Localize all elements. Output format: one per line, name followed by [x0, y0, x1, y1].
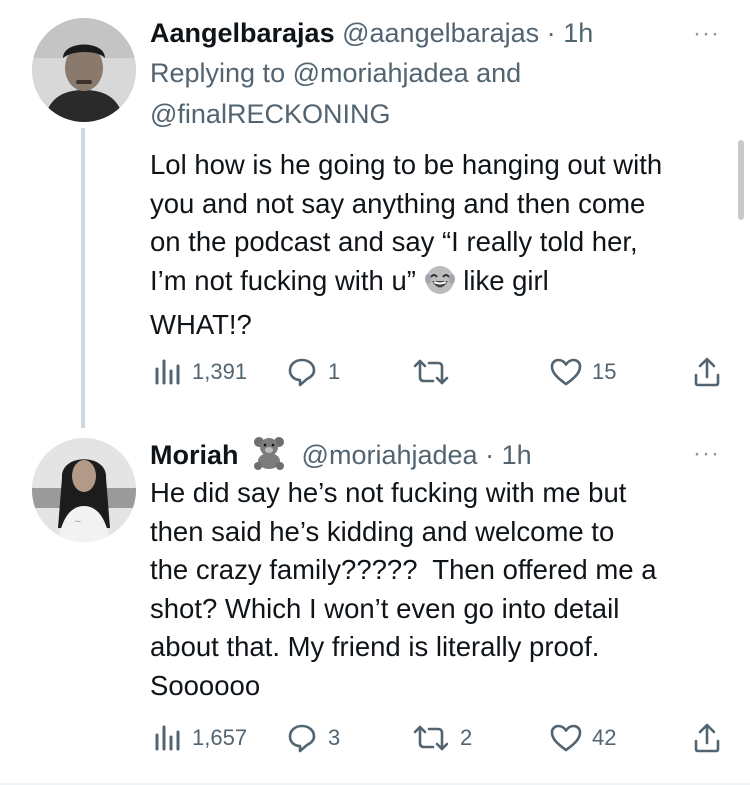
action-bar: 1,657 3 2 42: [150, 720, 730, 756]
views-count: 1,391: [192, 359, 248, 384]
views-button[interactable]: 1,391: [152, 354, 247, 390]
handle[interactable]: @aangelbarajas: [342, 18, 539, 48]
text-line: you and not say anything and then come: [150, 187, 646, 219]
views-icon: [155, 725, 180, 751]
tweet-text: He did say he’s not fucking with me but …: [150, 474, 720, 705]
like-icon: [550, 358, 582, 386]
replying-to: Replying to @moriahjadea and: [150, 56, 521, 90]
display-name[interactable]: Moriah: [150, 440, 239, 470]
retweet-count: 2: [460, 725, 473, 750]
tweet-1[interactable]: Aangelbarajas @aangelbarajas · 1h ··· Re…: [0, 0, 750, 430]
replying-to-and: and: [468, 58, 522, 88]
mention-link[interactable]: @moriahjadea: [293, 58, 469, 88]
share-button[interactable]: [692, 720, 722, 756]
share-icon: [694, 723, 720, 753]
handle[interactable]: @moriahjadea: [302, 440, 478, 470]
teddy-bear-emoji: [250, 436, 288, 478]
text-segment: I’m not fucking with u”: [150, 264, 416, 296]
views-icon: [155, 359, 180, 385]
laughing-emoji: [424, 264, 456, 307]
text-line: about that. My friend is literally proof…: [150, 631, 600, 662]
display-name[interactable]: Aangelbarajas: [150, 18, 335, 48]
avatar[interactable]: ~: [32, 438, 136, 542]
retweet-icon: [413, 359, 449, 385]
reply-icon: [288, 724, 316, 753]
text-line: Lol how is he going to be hanging out wi…: [150, 149, 663, 180]
avatar-photo: [32, 18, 136, 122]
retweet-button[interactable]: [412, 354, 460, 390]
share-button[interactable]: [692, 354, 722, 390]
action-bar: 1,391 1 15: [150, 354, 730, 390]
more-options-button[interactable]: ···: [693, 440, 720, 468]
scrollbar-thumb[interactable]: [738, 140, 744, 220]
share-icon: [694, 357, 720, 387]
replying-to-line2: @finalRECKONING: [150, 97, 390, 131]
views-count: 1,657: [192, 725, 248, 750]
like-count: 42: [592, 725, 617, 750]
text-line: then said he’s kidding and welcome to: [150, 515, 615, 547]
like-count: 15: [592, 359, 617, 384]
text-line: on the podcast and say “I really told he…: [150, 226, 638, 257]
reply-count: 1: [328, 359, 341, 384]
timestamp[interactable]: 1h: [563, 18, 593, 48]
like-button[interactable]: 15: [550, 354, 616, 390]
svg-text:~: ~: [74, 517, 82, 527]
timestamp[interactable]: 1h: [502, 440, 532, 470]
like-icon: [550, 724, 582, 752]
text-segment: like girl: [455, 264, 549, 296]
tweet-text: Lol how is he going to be hanging out wi…: [150, 146, 720, 345]
reply-button[interactable]: 3: [286, 720, 340, 756]
views-button[interactable]: 1,657: [152, 720, 247, 756]
more-options-button[interactable]: ···: [693, 20, 720, 48]
reply-button[interactable]: 1: [286, 354, 340, 390]
avatar[interactable]: [32, 18, 136, 122]
avatar-photo: ~: [32, 438, 136, 542]
replying-to-prefix: Replying to: [150, 58, 293, 88]
mention-link[interactable]: @finalRECKONING: [150, 99, 390, 129]
separator-dot: ·: [546, 18, 556, 48]
text-line: shot? Which I won’t even go into detail: [150, 592, 620, 624]
reply-icon: [288, 358, 316, 387]
tweet-header: Aangelbarajas @aangelbarajas · 1h: [150, 16, 593, 50]
thread-line: [81, 128, 85, 428]
text-line: He did say he’s not fucking with me but: [150, 477, 627, 508]
tweet-header: Moriah @moriahjadea · 1h: [150, 436, 532, 478]
retweet-button[interactable]: 2: [412, 720, 472, 756]
reply-count: 3: [328, 725, 341, 750]
text-line: I’m not fucking with u” like girl: [150, 262, 720, 307]
separator-dot: ·: [485, 440, 495, 470]
tweet-2[interactable]: ~ Moriah @moriahjadea · 1h ··· He did sa…: [0, 430, 750, 785]
like-button[interactable]: 42: [550, 720, 616, 756]
text-line: WHAT!?: [150, 309, 252, 340]
retweet-icon: [413, 725, 449, 751]
text-line: the crazy family????? Then offered me a: [150, 554, 657, 585]
text-line: Soooooo: [150, 669, 261, 701]
